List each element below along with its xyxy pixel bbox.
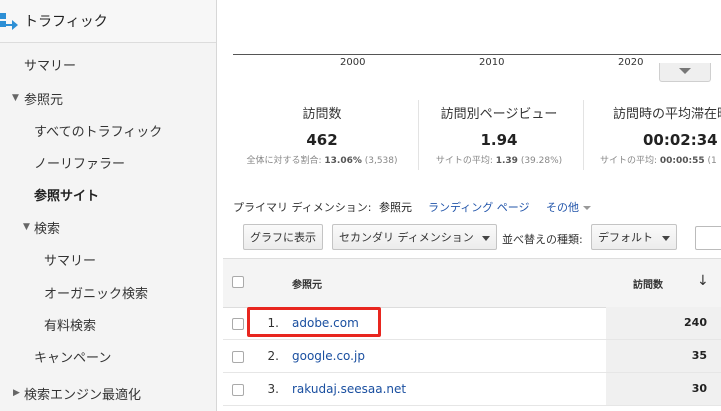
- chart-x-tick: 2020: [618, 57, 644, 68]
- metric-value-visits: 462: [306, 131, 338, 149]
- chart-axis-line: [233, 54, 721, 55]
- metric-label-visits: 訪問数: [302, 107, 342, 122]
- sidebar-item-search[interactable]: 検索: [34, 218, 60, 237]
- sidebar-item-sources[interactable]: 参照元: [24, 89, 63, 108]
- expand-down-icon[interactable]: ▼: [12, 93, 19, 103]
- row-checkbox[interactable]: [232, 318, 244, 330]
- row-visits: 30: [691, 382, 707, 395]
- select-all-checkbox[interactable]: [232, 276, 244, 288]
- dropdown-arrow-icon: [662, 236, 670, 241]
- sort-type-label: 並べ替えの種類:: [502, 233, 583, 246]
- metric-label-pageviews: 訪問別ページビュー: [440, 107, 558, 122]
- column-header-visits[interactable]: 訪問数: [633, 276, 663, 291]
- dimension-current: 参照元: [379, 201, 412, 214]
- sidebar-title: トラフィック: [24, 14, 108, 30]
- metric-divider: [583, 100, 584, 170]
- main-content: 2000 2010 2020 訪問数 462 全体に対する割合: 13.06% …: [217, 0, 721, 411]
- metric-sub-visits: 全体に対する割合: 13.06% (3,538): [246, 156, 398, 166]
- traffic-icon: [0, 11, 18, 31]
- caret-down-icon: [583, 206, 591, 210]
- table-search-input[interactable]: [695, 226, 721, 250]
- sidebar-item-all-traffic[interactable]: すべてのトラフィック: [34, 121, 162, 140]
- metric-sub-avg-duration: サイトの平均: 00:00:55 (1: [600, 156, 717, 166]
- dropdown-arrow-icon: [482, 236, 490, 241]
- sidebar-item-campaigns[interactable]: キャンペーン: [34, 347, 111, 366]
- row-source-link[interactable]: rakudaj.seesaa.net: [292, 382, 406, 396]
- chevron-down-icon: [679, 68, 691, 74]
- metric-sub-pageviews: サイトの平均: 1.39 (39.28%): [435, 156, 563, 166]
- sidebar-item-summary[interactable]: サマリー: [24, 55, 76, 74]
- chart-x-tick: 2000: [340, 57, 366, 68]
- chart-collapse-button[interactable]: [659, 63, 711, 82]
- dimension-landing-page-link[interactable]: ランディング ページ: [428, 199, 530, 215]
- row-source-link[interactable]: google.co.jp: [292, 349, 365, 363]
- row-visits: 35: [691, 349, 707, 362]
- sort-descending-icon[interactable]: ↓: [697, 273, 709, 289]
- column-header-source[interactable]: 参照元: [292, 276, 322, 291]
- row-checkbox[interactable]: [232, 351, 244, 363]
- expand-right-icon[interactable]: ▶: [13, 388, 20, 398]
- table-row: 3. rakudaj.seesaa.net 30: [223, 373, 721, 406]
- row-visits: 240: [684, 316, 707, 329]
- annotation-highlight-box: [247, 307, 381, 337]
- sidebar-item-seo[interactable]: 検索エンジン最適化: [24, 384, 141, 403]
- chart-x-tick: 2010: [479, 57, 505, 68]
- sidebar-item-referral-sites[interactable]: 参照サイト: [34, 185, 99, 204]
- sidebar: トラフィック サマリー ▼ 参照元 すべてのトラフィック ノーリファラー 参照サ…: [0, 0, 217, 411]
- show-in-graph-button[interactable]: グラフに表示: [243, 224, 323, 250]
- sidebar-header: トラフィック: [0, 0, 216, 43]
- expand-down-icon[interactable]: ▼: [23, 222, 30, 232]
- row-number: 3.: [267, 382, 279, 396]
- table-header: 参照元 訪問数 ↓: [223, 258, 721, 308]
- secondary-dimension-dropdown[interactable]: セカンダリ ディメンション: [332, 224, 497, 250]
- sidebar-item-paid-search[interactable]: 有料検索: [44, 315, 96, 334]
- dimension-other-link[interactable]: その他: [546, 199, 591, 215]
- sort-type-dropdown[interactable]: デフォルト: [591, 224, 677, 250]
- row-number: 2.: [267, 349, 279, 363]
- metric-label-avg-duration: 訪問時の平均滞在時: [613, 107, 721, 122]
- sidebar-item-organic-search[interactable]: オーガニック検索: [44, 283, 148, 302]
- metric-value-pageviews: 1.94: [480, 131, 518, 149]
- table-row: 2. google.co.jp 35: [223, 340, 721, 373]
- row-checkbox[interactable]: [232, 384, 244, 396]
- sidebar-item-no-referrer[interactable]: ノーリファラー: [34, 153, 125, 172]
- metric-value-avg-duration: 00:02:34: [643, 131, 718, 149]
- sidebar-item-search-summary[interactable]: サマリー: [44, 250, 96, 269]
- primary-dimension-label: プライマリ ディメンション:: [233, 201, 372, 214]
